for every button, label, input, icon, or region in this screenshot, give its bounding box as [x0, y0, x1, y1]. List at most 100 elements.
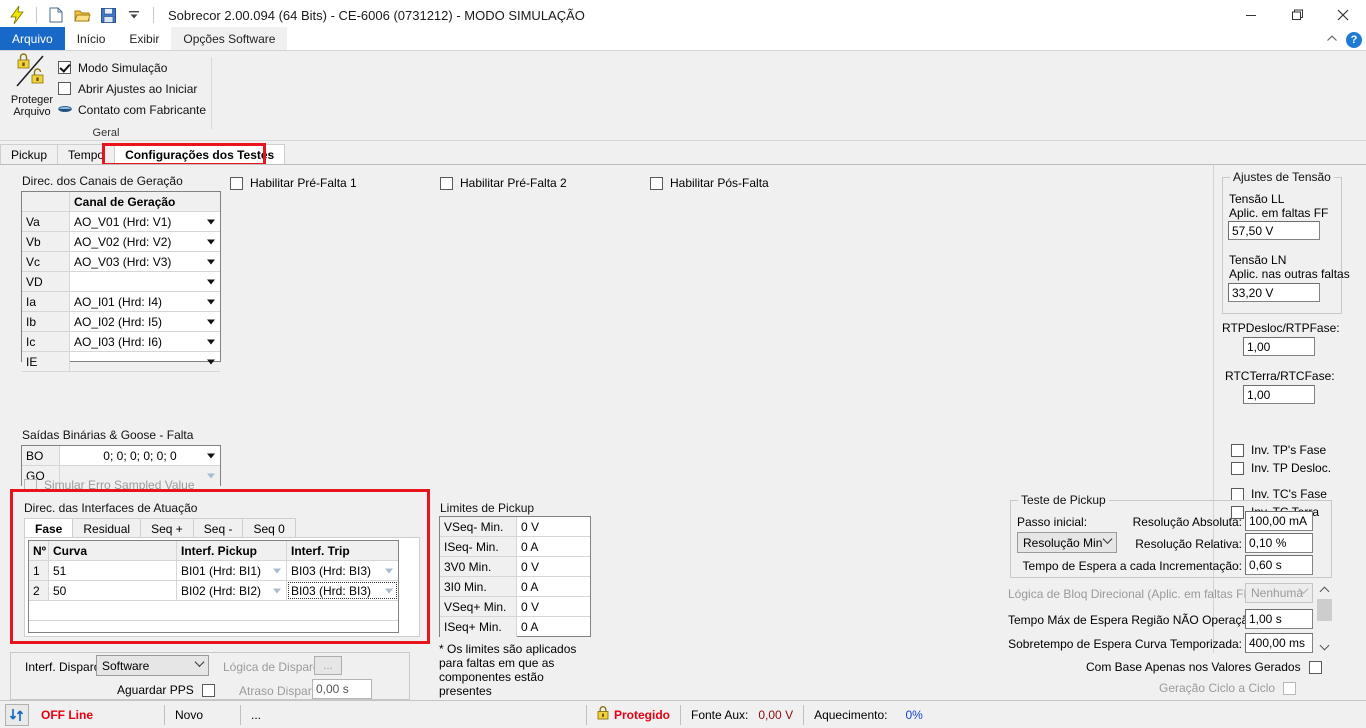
limit-value[interactable]: 0 A — [517, 617, 590, 637]
proteger-arquivo-button[interactable]: Proteger Arquivo — [6, 53, 58, 127]
ribbon-tab-arquivo[interactable]: Arquivo — [0, 27, 65, 50]
chevron-down-icon[interactable] — [207, 339, 215, 344]
com-base-checkbox[interactable] — [1308, 660, 1322, 674]
chevron-down-icon[interactable] — [207, 359, 215, 364]
limit-value[interactable]: 0 V — [517, 517, 590, 536]
limit-value[interactable]: 0 A — [517, 577, 590, 596]
chevron-down-icon[interactable] — [207, 319, 215, 324]
table-row[interactable]: ISeq+ Min. 0 A — [440, 617, 590, 637]
tab-tempo[interactable]: Tempo — [57, 144, 116, 165]
tempo-max-espera-input[interactable]: 1,00 s — [1245, 609, 1313, 629]
option-contato-fabricante[interactable]: Contato com Fabricante — [58, 99, 206, 120]
chevron-down-icon[interactable] — [385, 568, 393, 573]
table-row[interactable]: Vc AO_V03 (Hrd: V3) — [22, 252, 220, 272]
channel-combo-vc[interactable]: AO_V03 (Hrd: V3) — [70, 252, 220, 271]
scroll-down-icon[interactable] — [1316, 638, 1333, 655]
pos-falta-checkbox[interactable] — [650, 176, 663, 190]
row-pickup-combo[interactable]: BI02 (Hrd: BI2) — [177, 581, 287, 600]
sobretempo-espera-input[interactable]: 400,00 ms — [1245, 633, 1313, 653]
abrir-ajustes-checkbox[interactable] — [58, 82, 71, 95]
habilitar-pre-falta-2[interactable]: Habilitar Pré-Falta 2 — [440, 176, 567, 190]
channel-combo-vb[interactable]: AO_V02 (Hrd: V2) — [70, 232, 220, 251]
inv-tcs-fase[interactable]: Inv. TC's Fase — [1231, 487, 1327, 501]
ribbon-tab-opcoes-software[interactable]: Opções Software — [171, 27, 288, 50]
resolucao-absoluta-input[interactable]: 100,00 mA — [1245, 511, 1313, 531]
table-row[interactable]: 1 51 BI01 (Hrd: BI1) BI03 (Hrd: BI3) — [29, 561, 398, 581]
tab-configuracoes-dos-testes[interactable]: Configurações dos Testes — [114, 144, 286, 165]
table-row[interactable]: 2 50 BI02 (Hrd: BI2) BI03 (Hrd: BI3) — [29, 581, 398, 601]
lightning-icon[interactable] — [6, 4, 28, 26]
chevron-down-icon[interactable] — [1102, 533, 1113, 544]
table-row[interactable]: BO 0; 0; 0; 0; 0; 0 — [22, 446, 220, 466]
open-folder-icon[interactable] — [71, 4, 93, 26]
table-row[interactable]: Ib AO_I02 (Hrd: I5) — [22, 312, 220, 332]
table-row[interactable]: 3I0 Min. 0 A — [440, 577, 590, 597]
chevron-down-icon[interactable] — [385, 588, 393, 593]
chevron-down-icon[interactable] — [273, 568, 281, 573]
table-row[interactable]: 3V0 Min. 0 V — [440, 557, 590, 577]
habilitar-pre-falta-1[interactable]: Habilitar Pré-Falta 1 — [230, 176, 357, 190]
inv-tp-desloc-checkbox[interactable] — [1231, 461, 1244, 475]
help-icon[interactable]: ? — [1346, 31, 1362, 48]
channel-combo-ie[interactable] — [70, 352, 220, 371]
row-curva[interactable]: 51 — [49, 561, 177, 580]
habilitar-pos-falta[interactable]: Habilitar Pós-Falta — [650, 176, 769, 190]
table-row[interactable]: Ic AO_I03 (Hrd: I6) — [22, 332, 220, 352]
option-abrir-ajustes[interactable]: Abrir Ajustes ao Iniciar — [58, 78, 206, 99]
sync-icon[interactable] — [5, 703, 29, 726]
table-row[interactable]: VD — [22, 272, 220, 292]
channel-combo-ia[interactable]: AO_I01 (Hrd: I4) — [70, 292, 220, 311]
table-row[interactable]: Ia AO_I01 (Hrd: I4) — [22, 292, 220, 312]
new-file-icon[interactable] — [45, 4, 67, 26]
inv-tcs-fase-checkbox[interactable] — [1231, 487, 1244, 501]
channel-combo-va[interactable]: AO_V01 (Hrd: V1) — [70, 212, 220, 231]
tempo-espera-incrementacao-input[interactable]: 0,60 s — [1245, 555, 1313, 575]
table-row[interactable]: Va AO_V01 (Hrd: V1) — [22, 212, 220, 232]
table-row[interactable]: ISeq- Min. 0 A — [440, 537, 590, 557]
chevron-down-icon[interactable] — [207, 219, 215, 224]
channel-combo-vd[interactable] — [70, 272, 220, 291]
minimize-icon[interactable] — [1228, 0, 1274, 30]
inv-tps-fase-checkbox[interactable] — [1231, 443, 1244, 457]
pickup-test-scrollbar[interactable] — [1316, 581, 1333, 655]
passo-inicial-select[interactable]: Resolução Min — [1017, 532, 1117, 553]
chevron-down-icon[interactable] — [207, 299, 215, 304]
row-trip-combo[interactable]: BI03 (Hrd: BI3) — [287, 561, 398, 580]
chevron-up-icon[interactable] — [1326, 34, 1338, 46]
table-row[interactable]: VSeq+ Min. 0 V — [440, 597, 590, 617]
channel-combo-ib[interactable]: AO_I02 (Hrd: I5) — [70, 312, 220, 331]
com-base-valores-gerados[interactable]: Com Base Apenas nos Valores Gerados — [1086, 660, 1322, 674]
tab-pickup[interactable]: Pickup — [0, 144, 59, 165]
tensao-ll-input[interactable]: 57,50 V — [1228, 221, 1320, 240]
limit-value[interactable]: 0 A — [517, 537, 590, 556]
row-trip-combo-focused[interactable]: BI03 (Hrd: BI3) — [287, 581, 398, 600]
close-icon[interactable] — [1320, 0, 1366, 30]
channel-combo-ic[interactable]: AO_I03 (Hrd: I6) — [70, 332, 220, 351]
actuation-tab-seq-minus[interactable]: Seq - — [192, 518, 244, 538]
resolucao-relativa-input[interactable]: 0,10 % — [1245, 533, 1313, 553]
actuation-tab-residual[interactable]: Residual — [72, 518, 142, 538]
pre-falta-2-checkbox[interactable] — [440, 176, 453, 190]
scroll-up-icon[interactable] — [1316, 581, 1333, 598]
actuation-tab-fase[interactable]: Fase — [24, 518, 74, 538]
chevron-down-icon[interactable] — [207, 453, 215, 458]
row-pickup-combo[interactable]: BI01 (Hrd: BI1) — [177, 561, 287, 580]
actuation-tab-seq-0[interactable]: Seq 0 — [242, 518, 296, 538]
bo-combo[interactable]: 0; 0; 0; 0; 0; 0 — [60, 446, 220, 465]
option-modo-simulacao[interactable]: Modo Simulação — [58, 57, 206, 78]
chevron-down-icon[interactable] — [273, 588, 281, 593]
ribbon-tab-inicio[interactable]: Início — [65, 27, 118, 50]
scrollbar-thumb[interactable] — [1317, 599, 1332, 621]
aguardar-pps[interactable]: Aguardar PPS — [117, 683, 215, 697]
limit-value[interactable]: 0 V — [517, 557, 590, 576]
chevron-down-icon[interactable] — [207, 279, 215, 284]
chevron-down-icon[interactable] — [194, 656, 205, 667]
table-row[interactable]: Vb AO_V02 (Hrd: V2) — [22, 232, 220, 252]
interf-disparo-select[interactable]: Software — [96, 655, 209, 676]
table-row[interactable]: VSeq- Min. 0 V — [440, 517, 590, 537]
inv-tp-desloc[interactable]: Inv. TP Desloc. — [1231, 461, 1331, 475]
aguardar-pps-checkbox[interactable] — [201, 683, 215, 697]
chevron-down-icon[interactable] — [207, 259, 215, 264]
chevron-down-icon[interactable] — [207, 239, 215, 244]
inv-tps-fase[interactable]: Inv. TP's Fase — [1231, 443, 1326, 457]
